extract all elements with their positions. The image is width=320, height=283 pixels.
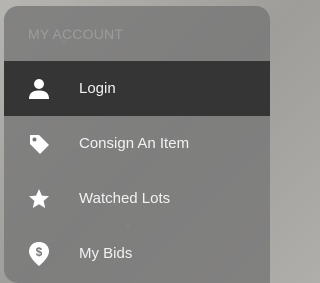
star-icon [26,186,52,212]
dollar-pin-icon: $ [26,241,52,267]
menu-item-label: Consign An Item [79,135,190,152]
menu-item-consign[interactable]: Consign An Item [4,116,270,171]
menu-item-label: Watched Lots [79,190,171,207]
menu-item-login[interactable]: Login [4,61,270,116]
account-menu-panel: MY ACCOUNT Login Consign An Item Watched… [4,6,270,283]
menu-item-my-bids[interactable]: $ My Bids [4,226,270,281]
menu-item-label: Login [79,80,116,97]
menu-item-watched-lots[interactable]: Watched Lots [4,171,270,226]
svg-text:$: $ [36,245,43,259]
menu-item-label: My Bids [79,245,133,262]
person-icon [26,76,52,102]
tag-icon [26,131,52,157]
menu-header: MY ACCOUNT [28,26,124,42]
